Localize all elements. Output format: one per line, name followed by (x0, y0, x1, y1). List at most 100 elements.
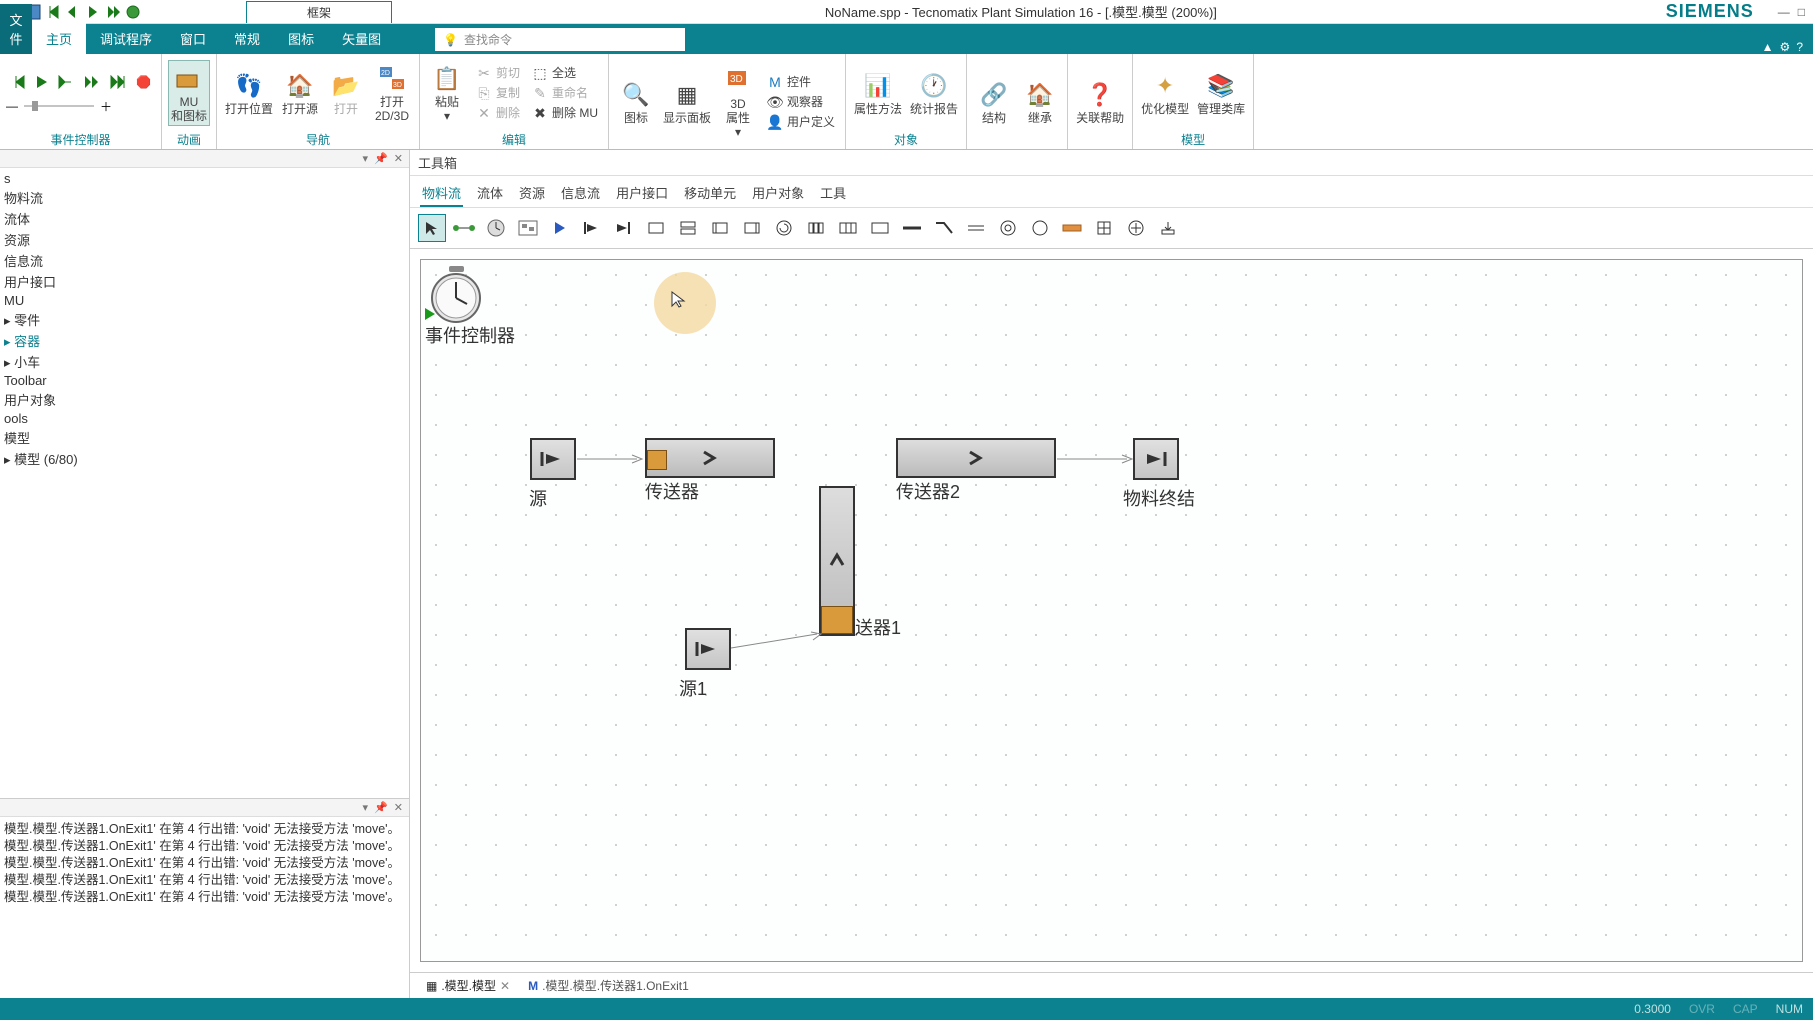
manage-lib-button[interactable]: 📚管理类库 (1195, 68, 1247, 118)
world-icon[interactable] (124, 3, 142, 21)
collapse-ribbon-icon[interactable]: ▲ (1762, 40, 1774, 54)
track-icon[interactable] (962, 214, 990, 242)
delete-button[interactable]: ✕删除 (472, 103, 524, 123)
dropdown-icon[interactable]: ▾ (363, 801, 369, 814)
tree-item[interactable]: 用户对象 (0, 389, 409, 410)
line-icon[interactable] (898, 214, 926, 242)
tab-debug[interactable]: 调试程序 (86, 23, 166, 54)
tree-item[interactable]: ▸ 零件 (0, 309, 409, 330)
store-icon[interactable] (866, 214, 894, 242)
pin-icon[interactable]: 📌 (374, 801, 388, 814)
turntable-icon[interactable] (770, 214, 798, 242)
search-box[interactable]: 💡 查找命令 (435, 28, 685, 51)
attr-method-button[interactable]: 📊属性方法 (852, 68, 904, 118)
doc-tab-model[interactable]: ▦ .模型.模型 ✕ (418, 975, 518, 996)
speed-slider[interactable] (24, 98, 94, 114)
open-2d3d-button[interactable]: 2D3D打开 2D/3D (371, 61, 413, 125)
fast-forward-icon[interactable] (104, 3, 122, 21)
toolbox-tab[interactable]: 用户接口 (614, 180, 670, 207)
station-icon[interactable] (642, 214, 670, 242)
connector[interactable] (731, 628, 827, 652)
tree-item[interactable]: 物料流 (0, 187, 409, 208)
restore-icon[interactable]: □ (1798, 5, 1805, 19)
close-panel-icon[interactable]: ✕ (394, 152, 403, 165)
transfer-icon[interactable] (1154, 214, 1182, 242)
doc-tab-method[interactable]: M .模型.模型.传送器1.OnExit1 (520, 975, 697, 996)
tab-icon[interactable]: 图标 (274, 23, 328, 54)
tree-item[interactable]: ools (0, 410, 409, 427)
tree-item[interactable]: ▸ 模型 (6/80) (0, 448, 409, 469)
tab-general[interactable]: 常规 (220, 23, 274, 54)
node-source1[interactable] (685, 628, 731, 670)
toolbox-tab[interactable]: 流体 (475, 180, 505, 207)
step-button[interactable] (54, 72, 78, 92)
tab-file[interactable]: 文件 (0, 4, 32, 54)
close-panel-icon[interactable]: ✕ (394, 801, 403, 814)
tree-item[interactable]: 资源 (0, 229, 409, 250)
tree-item[interactable]: 信息流 (0, 250, 409, 271)
node-source[interactable] (530, 438, 576, 480)
stop-button[interactable]: 🛑 (132, 72, 155, 92)
buffer-icon[interactable] (802, 214, 830, 242)
paste-button[interactable]: 📋粘贴▾ (426, 61, 468, 125)
model-canvas[interactable]: 事件控制器 源 传送器 (420, 259, 1803, 962)
show-panel-button[interactable]: ▦显示面板 (661, 77, 713, 127)
play-button[interactable] (32, 72, 52, 92)
toolbox-tab[interactable]: 信息流 (559, 180, 602, 207)
sorter-icon[interactable] (834, 214, 862, 242)
tree-item[interactable]: 流体 (0, 208, 409, 229)
frame-icon[interactable] (514, 214, 542, 242)
tree-panel[interactable]: s物料流流体资源信息流用户接口MU▸ 零件▸ 容器▸ 小车Toolbar用户对象… (0, 168, 409, 798)
context-help-button[interactable]: ❓关联帮助 (1074, 77, 1126, 127)
node-conveyor1-vertical[interactable] (819, 486, 855, 636)
select-all-button[interactable]: ⬚全选 (528, 63, 602, 83)
inherit-button[interactable]: 🏠继承 (1019, 77, 1061, 127)
cut-button[interactable]: ✂剪切 (472, 63, 524, 83)
connector[interactable] (1057, 452, 1137, 466)
node-conveyor2[interactable] (896, 438, 1056, 478)
circle-icon[interactable] (1026, 214, 1054, 242)
two-lane-icon[interactable] (1058, 214, 1086, 242)
drain-icon[interactable] (610, 214, 638, 242)
interface-icon[interactable] (1122, 214, 1150, 242)
tree-item[interactable]: ▸ 小车 (0, 351, 409, 372)
toolbox-tab[interactable]: 工具 (818, 180, 848, 207)
help-icon[interactable]: ? (1796, 40, 1803, 54)
tab-vector[interactable]: 矢量图 (328, 23, 395, 54)
node-drain[interactable] (1133, 438, 1179, 480)
console-body[interactable]: 模型.模型.传送器1.OnExit1' 在第 4 行出错: 'void' 无法接… (0, 817, 409, 910)
flow-control-icon[interactable] (1090, 214, 1118, 242)
tree-item[interactable]: 模型 (0, 427, 409, 448)
connector-icon[interactable] (450, 214, 478, 242)
toolbox-tab[interactable]: 移动单元 (682, 180, 738, 207)
close-tab-icon[interactable]: ✕ (500, 979, 510, 993)
stats-button[interactable]: 🕐统计报告 (908, 68, 960, 118)
rewind-button[interactable] (6, 72, 30, 92)
structure-button[interactable]: 🔗结构 (973, 77, 1015, 127)
source-icon[interactable] (578, 214, 606, 242)
cycle-icon[interactable] (994, 214, 1022, 242)
mu-icon-button[interactable]: MU 和图标 (168, 60, 210, 126)
rewind-icon[interactable] (44, 3, 62, 21)
tree-item[interactable]: Toolbar (0, 372, 409, 389)
toolbox-tab[interactable]: 资源 (517, 180, 547, 207)
ff-end-button[interactable] (106, 72, 130, 92)
play-icon[interactable] (546, 214, 574, 242)
pointer-icon[interactable] (418, 214, 446, 242)
copy-button[interactable]: ⎘复制 (472, 83, 524, 103)
minus-icon[interactable]: — (6, 99, 18, 113)
plus-icon[interactable]: ＋ (100, 98, 112, 115)
open-origin-button[interactable]: 🏠打开源 (279, 68, 321, 118)
controls-button[interactable]: M控件 (763, 72, 839, 92)
settings-icon[interactable]: ⚙ (1780, 40, 1791, 54)
frame-tab[interactable]: 框架 (246, 1, 392, 23)
toolbox-tab[interactable]: 物料流 (420, 180, 463, 207)
tree-item[interactable]: ▸ 容器 (0, 330, 409, 351)
parallel-station-icon[interactable] (674, 214, 702, 242)
tab-home[interactable]: 主页 (32, 23, 86, 54)
delete-mu-button[interactable]: ✖删除 MU (528, 103, 602, 123)
angular-icon[interactable] (930, 214, 958, 242)
tree-item[interactable]: s (0, 170, 409, 187)
node-event-controller[interactable] (429, 266, 484, 326)
dropdown-icon[interactable]: ▾ (363, 152, 369, 165)
